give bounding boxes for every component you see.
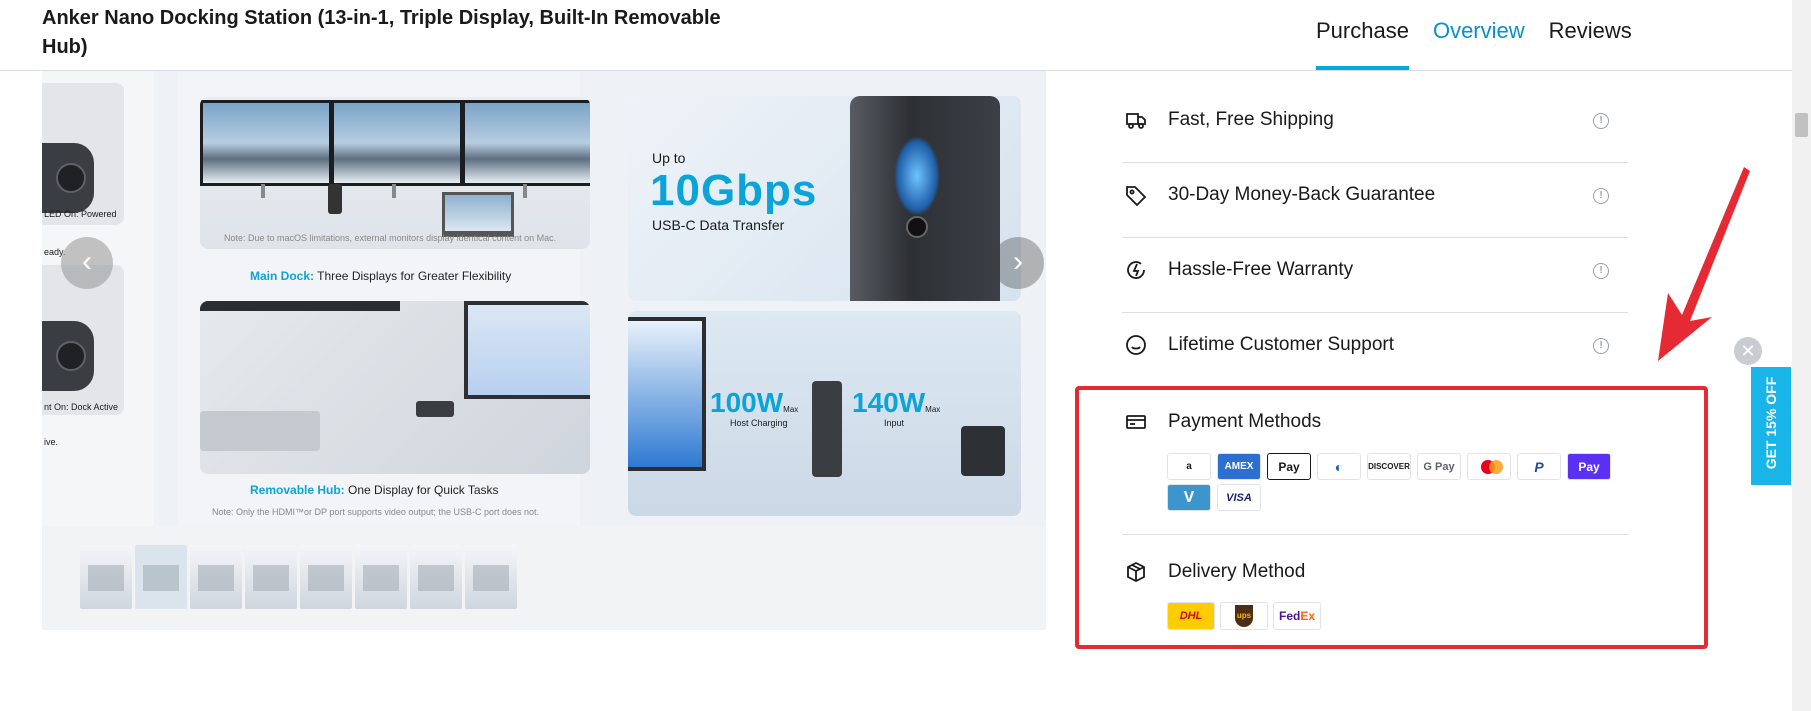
thumbnail[interactable] [410, 545, 462, 609]
product-header: Anker Nano Docking Station (13-in-1, Tri… [0, 0, 1811, 71]
input-watt: 140WMax [852, 387, 941, 418]
benefit-label: Fast, Free Shipping [1168, 109, 1334, 130]
removable-hub-caption-text: One Display for Quick Tasks [344, 483, 499, 497]
benefit-free-shipping[interactable]: Fast, Free Shipping ! [1122, 88, 1628, 163]
delivery-method-title: Delivery Method [1168, 561, 1306, 582]
benefit-label: Hassle-Free Warranty [1168, 259, 1354, 280]
google-pay-icon: G Pay [1417, 453, 1461, 480]
venmo-icon: V [1167, 484, 1211, 511]
info-icon[interactable]: ! [1593, 113, 1609, 129]
tab-reviews[interactable]: Reviews [1549, 0, 1632, 70]
speed-subtitle: USB-C Data Transfer [652, 217, 785, 233]
promo-discount-tab[interactable]: GET 15% OFF [1751, 367, 1791, 485]
removable-hub-image [200, 301, 590, 474]
close-promo-button[interactable]: ✕ [1734, 337, 1762, 365]
apple-pay-icon: Pay [1267, 453, 1311, 480]
diners-club-icon: ◐ [1317, 453, 1361, 480]
benefit-warranty[interactable]: Hassle-Free Warranty ! [1122, 238, 1628, 313]
visa-icon: VISA [1217, 484, 1261, 511]
dock-graphic [812, 381, 842, 477]
product-gallery: LED On: Powered eady. nt On: Dock Active… [42, 71, 1046, 630]
benefit-label: 30-Day Money-Back Guarantee [1168, 184, 1436, 205]
speed-up-to: Up to [652, 150, 686, 166]
charging-image: 100WMax Host Charging 140WMax Input [628, 311, 1021, 516]
gallery-slide-area[interactable]: LED On: Powered eady. nt On: Dock Active… [42, 71, 1046, 526]
gallery-prev-button[interactable]: ‹ [61, 237, 113, 289]
thumbnail[interactable] [135, 545, 187, 609]
led-powered-caption: LED On: Powered [44, 209, 117, 219]
removable-hub-caption-highlight: Removable Hub: [250, 483, 345, 497]
carrier-icons: DHL ups Fed Ex [1167, 602, 1326, 630]
main-dock-caption-highlight: Main Dock: [250, 269, 315, 283]
discover-icon: DISCOVER [1367, 453, 1411, 480]
host-charging-watt: 100WMax [710, 387, 799, 418]
data-transfer-image: Up to 10Gbps USB-C Data Transfer [628, 96, 1021, 301]
gallery-thumbnails [80, 545, 520, 609]
led-powered-image: LED On: Powered [42, 83, 124, 225]
thumbnail[interactable] [355, 545, 407, 609]
gallery-next-button[interactable]: › [992, 237, 1044, 289]
tab-overview[interactable]: Overview [1433, 0, 1525, 70]
page-scrollbar[interactable] [1792, 0, 1811, 711]
benefits-list: Fast, Free Shipping ! 30-Day Money-Back … [1122, 88, 1628, 388]
main-dock-caption-text: Three Displays for Greater Flexibility [314, 269, 512, 283]
promo-label: GET 15% OFF [1763, 376, 1779, 470]
dhl-icon: DHL [1167, 602, 1215, 630]
thumbnail[interactable] [465, 545, 517, 609]
delivery-method-section: Delivery Method DHL ups Fed Ex [1122, 550, 1628, 630]
tag-icon [1124, 183, 1148, 207]
truck-icon [1124, 108, 1148, 132]
thumbnail[interactable] [190, 545, 242, 609]
host-charging-label: Host Charging [730, 418, 788, 428]
removable-hub-note: Note: Only the HDMI™or DP port supports … [212, 507, 539, 517]
gallery-panel-previous: LED On: Powered eady. nt On: Dock Active… [42, 71, 154, 526]
payment-methods-title: Payment Methods [1168, 411, 1322, 432]
fedex-icon: Fed Ex [1273, 602, 1321, 630]
input-label: Input [884, 418, 905, 428]
benefit-support[interactable]: Lifetime Customer Support ! [1122, 313, 1628, 388]
payment-methods-section: Payment Methods a AMEX Pay ◐ DISCOVER G … [1122, 400, 1628, 535]
thumbnail[interactable] [245, 545, 297, 609]
support-icon [1124, 333, 1148, 357]
power-brick-graphic [961, 426, 1005, 476]
benefit-money-back[interactable]: 30-Day Money-Back Guarantee ! [1122, 163, 1628, 238]
triple-monitor-image: Note: Due to macOS limitations, external… [200, 97, 590, 249]
amazon-pay-icon: a [1167, 453, 1211, 480]
dock-tower-graphic [850, 96, 1000, 301]
dock-active-caption-tail: ive. [44, 437, 59, 447]
info-icon[interactable]: ! [1593, 338, 1609, 354]
warranty-icon [1124, 258, 1148, 282]
main-dock-caption: Main Dock: Three Displays for Greater Fl… [250, 269, 511, 283]
product-title: Anker Nano Docking Station (13-in-1, Tri… [42, 7, 721, 58]
payment-icons: a AMEX Pay ◐ DISCOVER G Pay P Pay V VISA [1167, 453, 1627, 515]
section-tabs: Purchase Overview Reviews [1316, 0, 1656, 70]
removable-hub-caption: Removable Hub: One Display for Quick Tas… [250, 483, 499, 497]
amex-icon: AMEX [1217, 453, 1261, 480]
annotation-arrow-icon [1658, 167, 1750, 361]
main-dock-note: Note: Due to macOS limitations, external… [224, 233, 557, 243]
benefit-label: Lifetime Customer Support [1168, 334, 1394, 355]
info-icon[interactable]: ! [1593, 263, 1609, 279]
shop-pay-icon: Pay [1567, 453, 1611, 480]
dock-active-caption: nt On: Dock Active [44, 402, 119, 412]
thumbnail[interactable] [80, 545, 132, 609]
mastercard-icon [1467, 453, 1511, 480]
tab-purchase[interactable]: Purchase [1316, 0, 1409, 70]
package-icon [1124, 560, 1148, 584]
thumbnail[interactable] [300, 545, 352, 609]
speed-value: 10Gbps [650, 166, 818, 215]
info-icon[interactable]: ! [1593, 188, 1609, 204]
card-icon [1124, 410, 1148, 434]
paypal-icon: P [1517, 453, 1561, 480]
ups-icon: ups [1220, 602, 1268, 630]
gallery-panel-specs: Up to 10Gbps USB-C Data Transfer 100WMax… [628, 96, 1021, 520]
gallery-panel-display: Note: Due to macOS limitations, external… [178, 71, 590, 526]
scrollbar-thumb[interactable] [1795, 113, 1808, 137]
